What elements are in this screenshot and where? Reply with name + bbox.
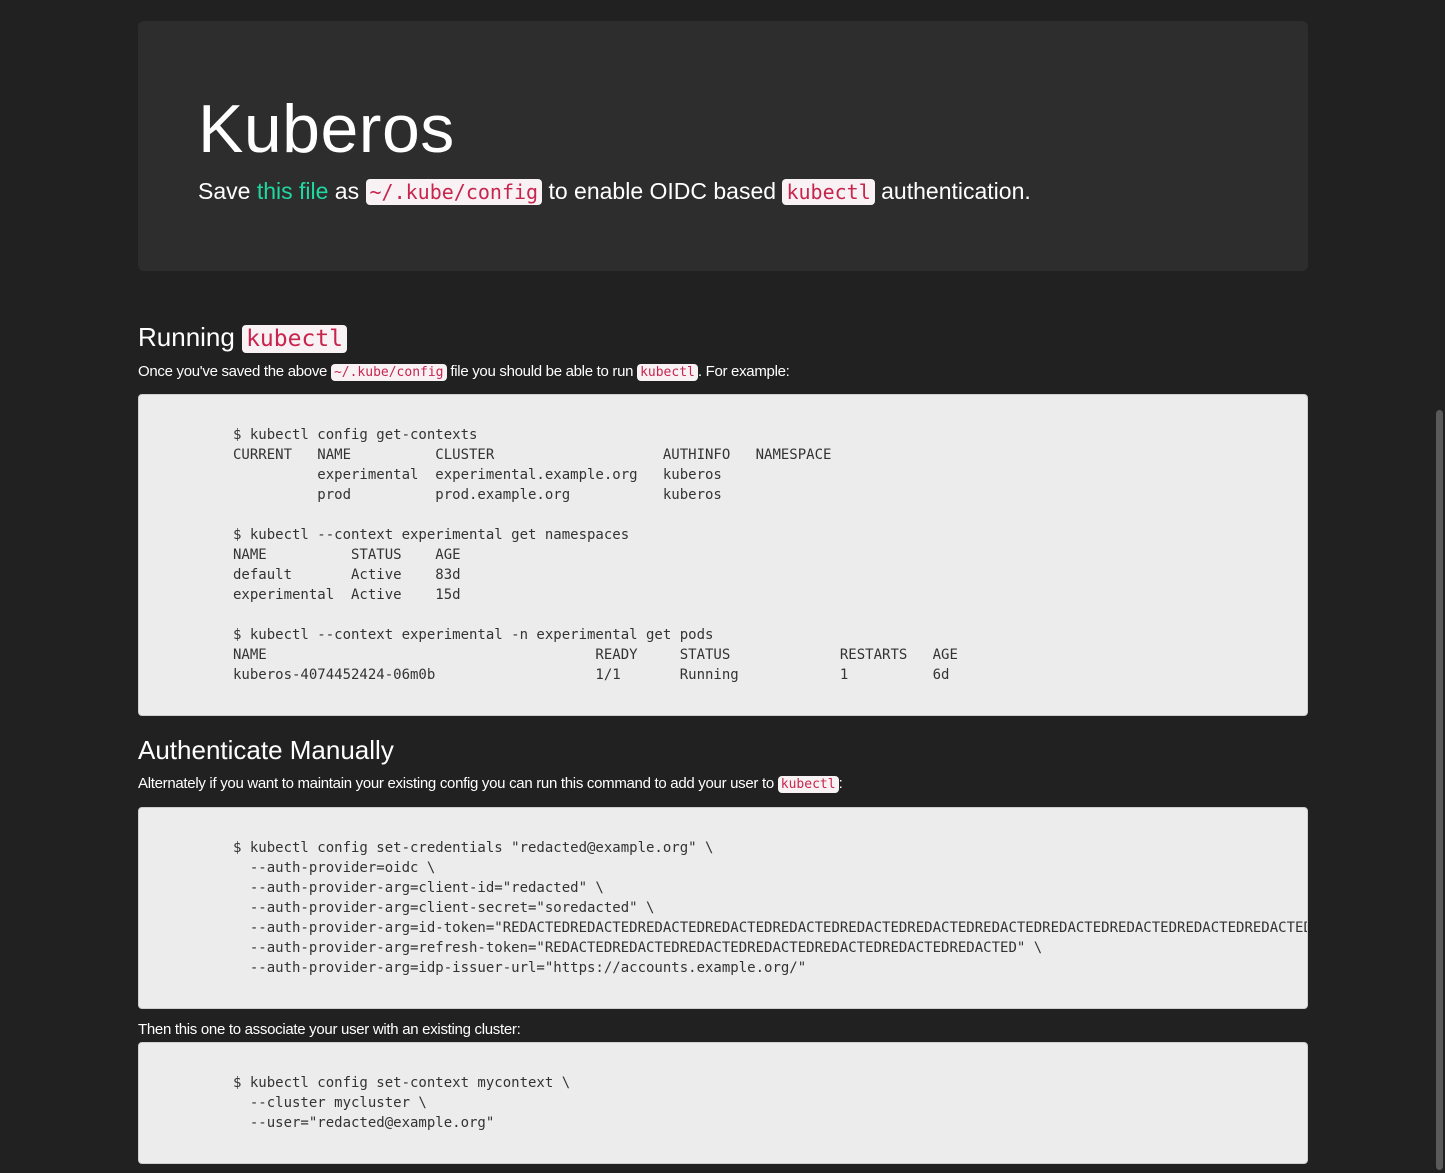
manual-text-cmd: kubectl xyxy=(777,776,839,793)
hero-lead-prefix: Save xyxy=(198,178,257,204)
config-path-code: ~/.kube/config xyxy=(365,179,543,205)
running-heading: Running kubectl xyxy=(138,319,1308,357)
running-heading-code: kubectl xyxy=(242,325,348,353)
running-text-middle: file you should be able to run xyxy=(446,363,638,380)
kubectl-code: kubectl xyxy=(782,179,875,205)
manual-text-suffix: : xyxy=(838,775,843,792)
page: Kuberos Save this file as ~/.kube/config… xyxy=(0,0,1445,1173)
scrollbar-thumb[interactable] xyxy=(1436,410,1443,1170)
running-text-suffix: . For example: xyxy=(697,363,790,380)
manual-text-prefix: Alternately if you want to maintain your… xyxy=(138,775,778,792)
running-text-path: ~/.kube/config xyxy=(330,364,447,381)
scrollbar[interactable] xyxy=(1433,0,1445,1173)
context-description: Then this one to associate your user wit… xyxy=(138,1021,521,1038)
context-code-block[interactable]: $ kubectl config set-context mycontext \… xyxy=(138,1042,1308,1164)
hero-lead-suffix: authentication. xyxy=(874,178,1031,204)
hero-panel: Kuberos Save this file as ~/.kube/config… xyxy=(138,21,1308,271)
manual-section: Authenticate Manually Alternately if you… xyxy=(138,732,1308,1164)
manual-description: Alternately if you want to maintain your… xyxy=(138,774,1308,795)
hero-lead-as: as xyxy=(328,178,366,204)
running-text-cmd: kubectl xyxy=(637,364,698,381)
main-container: Kuberos Save this file as ~/.kube/config… xyxy=(138,21,1308,1164)
running-heading-text: Running xyxy=(138,322,243,352)
running-code-block[interactable]: $ kubectl config get-contexts CURRENT NA… xyxy=(138,394,1308,716)
running-section: Running kubectl Once you've saved the ab… xyxy=(138,319,1308,716)
page-title: Kuberos xyxy=(198,91,455,167)
hero-lead-middle: to enable OIDC based xyxy=(542,178,783,204)
running-description: Once you've saved the above ~/.kube/conf… xyxy=(138,362,1308,383)
credentials-code-block[interactable]: $ kubectl config set-credentials "redact… xyxy=(138,807,1308,1009)
hero-lead: Save this file as ~/.kube/config to enab… xyxy=(198,175,1248,208)
running-text-prefix: Once you've saved the above xyxy=(138,363,331,380)
manual-heading: Authenticate Manually xyxy=(138,735,394,765)
download-config-link[interactable]: this file xyxy=(257,178,329,204)
